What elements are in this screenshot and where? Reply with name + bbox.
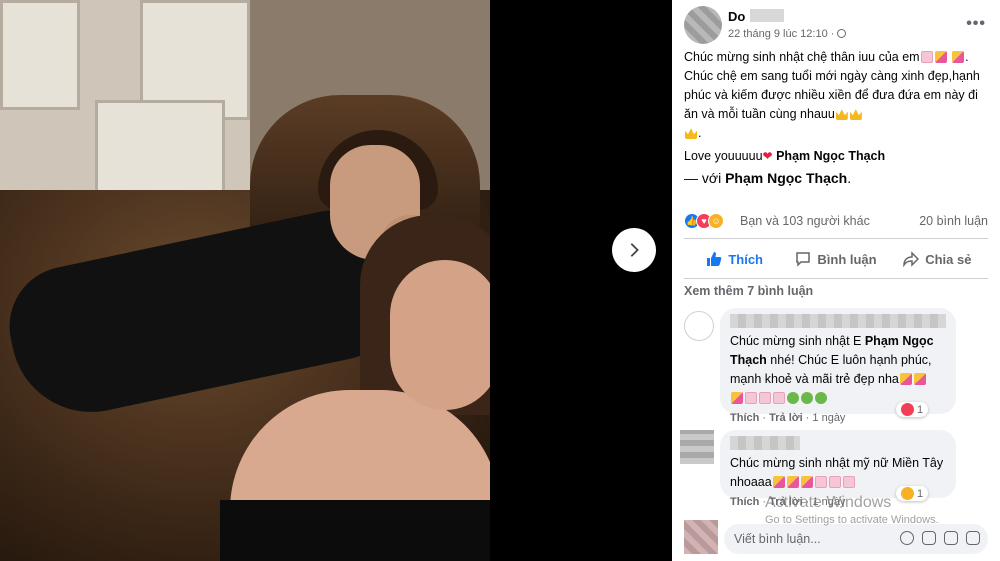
camera-icon[interactable] xyxy=(922,531,936,545)
heart-emoji-icon: ❤ xyxy=(762,149,773,163)
party-popper-emoji-icon xyxy=(800,476,813,488)
share-arrow-icon xyxy=(903,251,920,267)
photo-figure-top xyxy=(220,500,490,561)
post-caption: Chúc mừng sinh nhật chệ thân iuu của em … xyxy=(684,48,984,188)
more-options-icon[interactable]: ••• xyxy=(966,15,986,33)
like-button[interactable]: Thích xyxy=(684,244,785,274)
comment-meta: Thích · Trả lời · 1 ngày xyxy=(730,412,846,424)
confetti-emoji-icon xyxy=(828,476,841,488)
reaction-count-text[interactable]: Bạn và 103 người khác xyxy=(740,214,870,228)
post-photo[interactable] xyxy=(0,0,490,561)
window-pane xyxy=(95,100,225,200)
author-name[interactable]: Do xyxy=(728,9,745,24)
post-header: Do 22 tháng 9 lúc 12:10 · ••• xyxy=(672,0,1000,44)
bouquet-emoji-icon xyxy=(815,392,827,404)
comment-like-link[interactable]: Thích xyxy=(730,412,759,424)
windows-activation-watermark: Activate Windows Go to Settings to activ… xyxy=(765,494,939,526)
commenter-avatar[interactable] xyxy=(680,430,714,464)
thumbs-up-icon xyxy=(707,252,722,266)
comment-label: Bình luận xyxy=(817,251,877,267)
comment-item: Chúc mừng sinh nhật E Phạm Ngọc Thạch nh… xyxy=(684,308,988,428)
write-comment-bar: Viết bình luận... xyxy=(684,520,988,556)
comment-input-icons xyxy=(900,531,980,545)
love-text: Love youuuuu xyxy=(684,149,763,163)
post-timestamp[interactable]: 22 tháng 9 lúc 12:10 · xyxy=(728,28,847,40)
comment-reaction-badge[interactable]: 1 xyxy=(896,402,929,417)
post-time-text: 22 tháng 9 lúc 12:10 · xyxy=(728,28,835,40)
emoji-icon[interactable] xyxy=(900,531,914,545)
cake-emoji-icon xyxy=(920,51,933,63)
commenter-name-blurred[interactable] xyxy=(730,314,946,328)
comment-bubble: Chúc mừng sinh nhật E Phạm Ngọc Thạch nh… xyxy=(720,308,956,414)
photo-viewer xyxy=(0,0,672,561)
commenter-avatar[interactable] xyxy=(684,311,714,341)
sticker-icon[interactable] xyxy=(966,531,980,545)
confetti-emoji-icon xyxy=(934,51,947,63)
crown-emoji-icon xyxy=(685,128,697,139)
party-popper-emoji-icon xyxy=(913,373,926,385)
with-prefix: — với xyxy=(684,170,722,186)
comment-time[interactable]: 1 ngày xyxy=(812,412,845,424)
comment-input-placeholder: Viết bình luận... xyxy=(734,532,821,546)
comment-reaction-count: 1 xyxy=(917,403,924,416)
view-more-comments-link[interactable]: Xem thêm 7 bình luận xyxy=(684,284,813,298)
confetti-emoji-icon xyxy=(842,476,855,488)
current-user-avatar[interactable] xyxy=(684,520,718,554)
confetti-emoji-icon xyxy=(814,476,827,488)
caption-love-line: Love youuuuu❤ Phạm Ngọc Thạch xyxy=(684,147,984,166)
window-pane xyxy=(0,0,80,110)
crown-emoji-icon xyxy=(835,109,848,120)
cake-emoji-icon xyxy=(759,392,771,404)
caption-line: . xyxy=(698,126,702,140)
crown-emoji-icon xyxy=(849,109,862,120)
chevron-right-icon xyxy=(630,243,639,257)
divider xyxy=(684,238,988,239)
bouquet-emoji-icon xyxy=(801,392,813,404)
comment-like-link[interactable]: Thích xyxy=(730,496,759,508)
author-avatar[interactable] xyxy=(684,6,722,44)
bouquet-emoji-icon xyxy=(787,392,799,404)
party-popper-emoji-icon xyxy=(772,476,785,488)
globe-icon xyxy=(837,29,847,38)
commenter-name-blurred[interactable] xyxy=(730,436,800,450)
divider xyxy=(684,278,988,279)
cake-emoji-icon xyxy=(773,392,785,404)
tagged-person-link[interactable]: Phạm Ngọc Thạch xyxy=(725,170,847,186)
photo-figure-face xyxy=(390,260,490,410)
like-label: Thích xyxy=(728,251,763,267)
tagged-with-line: — với Phạm Ngọc Thạch. xyxy=(684,169,984,188)
gif-icon[interactable] xyxy=(944,531,958,545)
author-name-blurred xyxy=(750,9,784,22)
next-photo-button[interactable] xyxy=(612,228,656,272)
with-suffix: . xyxy=(847,170,852,186)
comment-input[interactable]: Viết bình luận... xyxy=(724,524,988,554)
action-bar: Thích Bình luận Chia sẻ xyxy=(684,244,988,274)
comment-bubble-icon xyxy=(796,252,811,267)
love-reaction-icon xyxy=(901,403,914,416)
comment-button[interactable]: Bình luận xyxy=(785,244,886,274)
haha-reaction-icon: ☺ xyxy=(708,213,724,229)
mention-link[interactable]: Phạm Ngọc Thạch xyxy=(776,149,885,163)
comment-count[interactable]: 20 bình luận xyxy=(919,214,988,228)
comment-reply-link[interactable]: Trả lời xyxy=(769,412,803,424)
cake-emoji-icon xyxy=(745,392,757,404)
reaction-icons[interactable]: 👍 ♥ ☺ xyxy=(684,213,724,229)
caption-line: Chúc mừng sinh nhật chệ thân iuu của em xyxy=(684,50,920,64)
watermark-title: Activate Windows xyxy=(765,494,892,511)
watermark-subtitle: Go to Settings to activate Windows. xyxy=(765,514,939,526)
share-button[interactable]: Chia sẻ xyxy=(887,244,988,274)
party-popper-emoji-icon xyxy=(952,51,965,63)
party-popper-emoji-icon xyxy=(786,476,799,488)
share-label: Chia sẻ xyxy=(925,251,972,267)
post-panel: Do 22 tháng 9 lúc 12:10 · ••• Chúc mừng … xyxy=(672,0,1000,561)
comment-text: Chúc mừng sinh nhật E xyxy=(730,334,862,348)
reaction-summary: 👍 ♥ ☺ Bạn và 103 người khác 20 bình luận xyxy=(684,212,988,232)
party-popper-emoji-icon xyxy=(731,392,743,404)
party-popper-emoji-icon xyxy=(899,373,912,385)
